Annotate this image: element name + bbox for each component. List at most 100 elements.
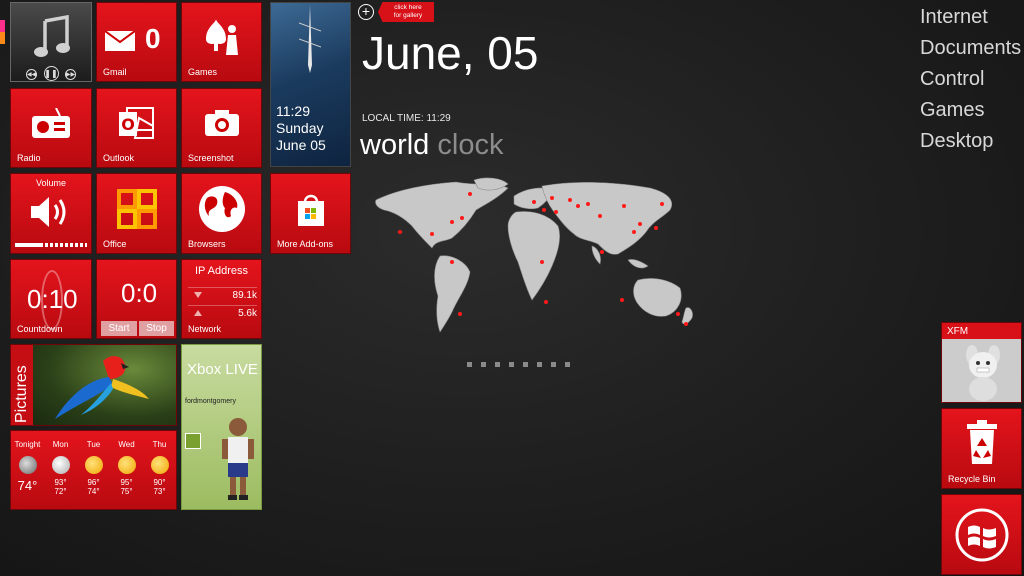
- city-marker[interactable]: [468, 192, 472, 196]
- weather-low-temp: 73°: [153, 487, 166, 496]
- stopwatch-tile[interactable]: 0:0 Start Stop: [96, 259, 177, 339]
- menu-item-desktop[interactable]: Desktop: [920, 130, 993, 153]
- city-marker[interactable]: [398, 230, 402, 234]
- stopwatch-start-button[interactable]: Start: [101, 321, 137, 336]
- gmail-tile[interactable]: 0 Gmail: [96, 2, 177, 82]
- music-controls: ◀◀ ❚❚ ▶▶: [11, 63, 91, 81]
- city-marker[interactable]: [568, 198, 572, 202]
- page-dot[interactable]: [537, 362, 542, 367]
- start-button[interactable]: [941, 494, 1022, 575]
- menu-item-internet[interactable]: Internet: [920, 6, 988, 29]
- page-dot[interactable]: [467, 362, 472, 367]
- stopwatch-value: 0:0: [121, 278, 158, 308]
- city-marker[interactable]: [576, 204, 580, 208]
- world-map[interactable]: [366, 176, 716, 346]
- photo-clock-tile[interactable]: 11:29 Sunday June 05: [270, 2, 351, 167]
- partly-cloudy-icon: [117, 456, 136, 474]
- pictures-tile[interactable]: Pictures: [10, 344, 177, 426]
- xbox-title: Xbox LIVE: [187, 361, 258, 378]
- city-marker[interactable]: [554, 210, 558, 214]
- office-tile[interactable]: Office: [96, 173, 177, 254]
- city-marker[interactable]: [532, 200, 536, 204]
- games-tile[interactable]: Games: [181, 2, 262, 82]
- city-marker[interactable]: [600, 250, 604, 254]
- city-marker[interactable]: [550, 196, 554, 200]
- weather-day-name: Mon: [52, 440, 69, 449]
- weather-high-temp: 96°: [87, 478, 100, 487]
- weather-high-temp: 93°: [54, 478, 67, 487]
- city-marker[interactable]: [676, 312, 680, 316]
- shopping-bag-icon: [297, 194, 324, 226]
- city-marker[interactable]: [638, 222, 642, 226]
- download-arrow-icon: [194, 292, 202, 298]
- city-marker[interactable]: [598, 214, 602, 218]
- clock-date: June, 05: [362, 27, 539, 79]
- upload-row: 5.6k: [188, 305, 257, 320]
- music-note-icon: [34, 15, 70, 57]
- weather-high-temp: 90°: [153, 478, 166, 487]
- download-row: 89.1k: [188, 287, 257, 302]
- page-dot[interactable]: [495, 362, 500, 367]
- menu-item-control[interactable]: Control: [920, 68, 984, 91]
- menu-item-games[interactable]: Games: [920, 99, 984, 122]
- city-marker[interactable]: [542, 208, 546, 212]
- weather-low-temp: 75°: [120, 487, 133, 496]
- recycle-bin-tile[interactable]: Recycle Bin: [941, 408, 1022, 489]
- outlook-label: Outlook: [103, 153, 135, 163]
- gallery-button[interactable]: + click here for gallery: [356, 2, 436, 22]
- volume-tile[interactable]: Volume: [10, 173, 92, 254]
- screenshot-tile[interactable]: Screenshot: [181, 88, 262, 168]
- pause-icon[interactable]: ❚❚: [43, 66, 59, 81]
- xbox-tile[interactable]: Xbox LIVE fordmontgomery: [181, 344, 262, 510]
- speaker-icon: [31, 196, 66, 227]
- page-dot[interactable]: [523, 362, 528, 367]
- city-marker[interactable]: [458, 312, 462, 316]
- games-label: Games: [188, 67, 218, 77]
- city-marker[interactable]: [450, 260, 454, 264]
- previous-icon[interactable]: ◀◀: [26, 69, 38, 80]
- volume-slider[interactable]: [15, 243, 87, 247]
- xbox-gamerpic: [185, 433, 201, 449]
- city-marker[interactable]: [460, 216, 464, 220]
- radio-tile[interactable]: Radio: [10, 88, 92, 168]
- ip-address-title: IP Address: [195, 265, 248, 277]
- next-icon[interactable]: ▶▶: [64, 69, 76, 80]
- city-marker[interactable]: [540, 260, 544, 264]
- music-tile[interactable]: ◀◀ ❚❚ ▶▶: [10, 2, 92, 82]
- page-dot[interactable]: [565, 362, 570, 367]
- city-marker[interactable]: [622, 204, 626, 208]
- city-marker[interactable]: [586, 202, 590, 206]
- menu-item-documents[interactable]: Documents: [920, 37, 1021, 60]
- stopwatch-stop-button[interactable]: Stop: [139, 321, 174, 336]
- city-marker[interactable]: [632, 230, 636, 234]
- weather-day-name: Tonight: [14, 440, 41, 449]
- page-dot[interactable]: [551, 362, 556, 367]
- browsers-label: Browsers: [188, 239, 226, 249]
- plus-circle-icon: +: [358, 4, 374, 20]
- page-dot[interactable]: [509, 362, 514, 367]
- city-marker[interactable]: [654, 226, 658, 230]
- page-dot[interactable]: [481, 362, 486, 367]
- pictures-label: Pictures: [13, 365, 30, 423]
- gallery-tag: click here for gallery: [378, 2, 434, 22]
- photo-date: June 05: [276, 137, 326, 153]
- weather-current-temp: 74°: [17, 478, 38, 493]
- city-marker[interactable]: [544, 300, 548, 304]
- addons-tile[interactable]: More Add-ons: [270, 173, 351, 254]
- xfm-tile[interactable]: XFM: [941, 322, 1022, 403]
- outlook-tile[interactable]: O Outlook: [96, 88, 177, 168]
- xfm-label: XFM: [942, 323, 1021, 339]
- city-marker[interactable]: [684, 322, 688, 326]
- city-marker[interactable]: [660, 202, 664, 206]
- recycle-bin-icon: [966, 420, 997, 465]
- network-tile[interactable]: IP Address 89.1k 5.6k Network: [181, 259, 262, 339]
- browsers-tile[interactable]: Browsers: [181, 173, 262, 254]
- countdown-tile[interactable]: 0:10 Countdown: [10, 259, 92, 339]
- city-marker[interactable]: [620, 298, 624, 302]
- download-rate: 89.1k: [232, 290, 257, 301]
- moon-icon: [18, 456, 37, 474]
- weather-tile[interactable]: Tonight 74° Mon 93° 72° Tue 96° 74° Wed 95° 75° Thu…: [10, 430, 177, 510]
- city-marker[interactable]: [430, 232, 434, 236]
- volume-slider-fill: [15, 243, 41, 247]
- city-marker[interactable]: [450, 220, 454, 224]
